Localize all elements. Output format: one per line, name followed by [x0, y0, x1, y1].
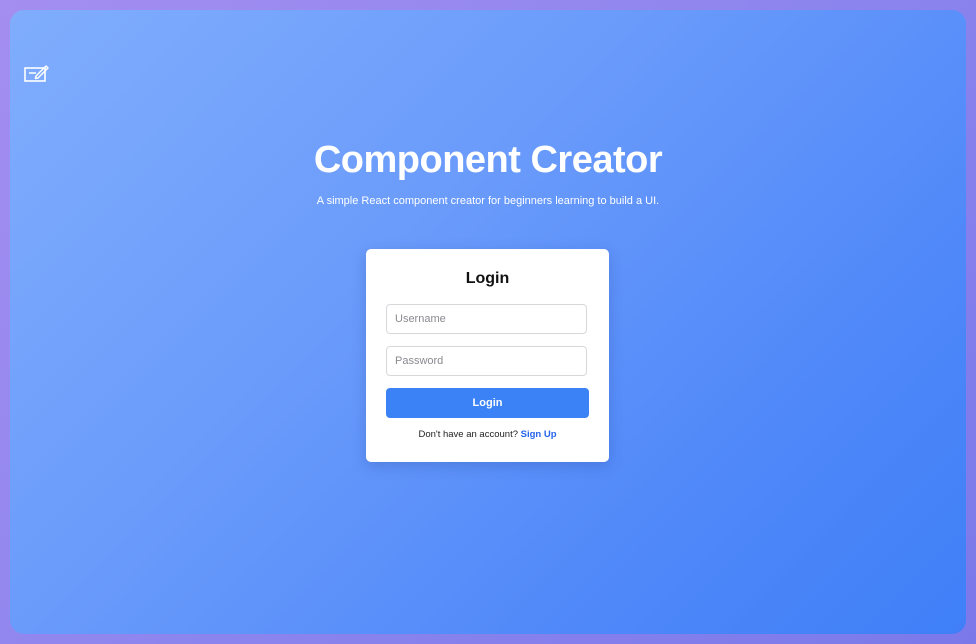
page-title: Component Creator [313, 139, 663, 181]
username-input[interactable] [386, 304, 587, 334]
signup-link[interactable]: Sign Up [521, 429, 557, 440]
signup-prompt: Don't have an account? [418, 429, 518, 440]
signup-row: Don't have an account? Sign Up [366, 429, 609, 441]
app-window: Component Creator A simple React compone… [10, 10, 966, 634]
login-button[interactable]: Login [386, 388, 589, 418]
edit-note-icon[interactable] [24, 62, 50, 84]
login-heading: Login [465, 270, 510, 287]
password-input[interactable] [386, 346, 587, 376]
page-subtitle: A simple React component creator for beg… [316, 195, 660, 207]
login-card: Login Login Don't have an account? Sign … [366, 249, 609, 462]
